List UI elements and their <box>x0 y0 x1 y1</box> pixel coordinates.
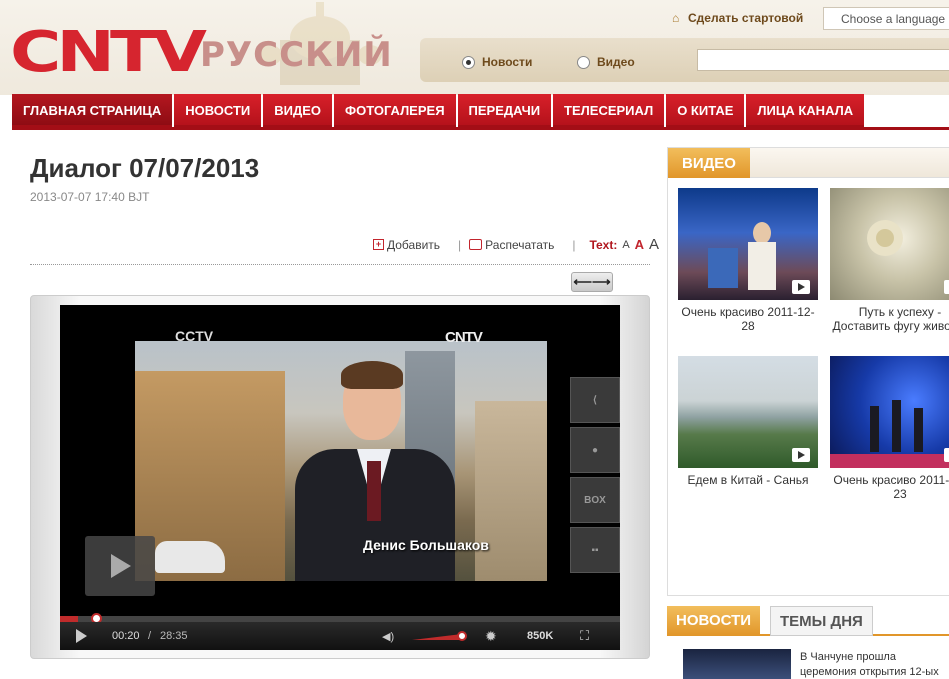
fullscreen-icon[interactable]: ⛶ <box>580 628 589 644</box>
volume-knob[interactable] <box>457 631 467 641</box>
nav-programs[interactable]: ПЕРЕДАЧИ <box>457 94 552 128</box>
text-size-small[interactable]: A <box>622 239 629 251</box>
nav-channel-faces[interactable]: ЛИЦА КАНАЛА <box>746 94 865 128</box>
nav-about-china[interactable]: О КИТАЕ <box>666 94 745 128</box>
play-badge-icon <box>792 448 810 462</box>
video-thumbnail[interactable] <box>830 356 949 468</box>
page-title: Диалог 07/07/2013 <box>30 153 260 183</box>
video-caption: Денис Большаков <box>363 537 489 553</box>
text-size-medium[interactable]: A <box>635 237 644 252</box>
print-button[interactable]: Распечатать <box>469 238 554 252</box>
car <box>155 541 225 573</box>
print-label: Распечатать <box>485 237 555 252</box>
sidebar-header: ВИДЕО <box>668 148 949 178</box>
news-tabs: НОВОСТИ ТЕМЫ ДНЯ <box>667 606 949 636</box>
tab-video[interactable]: ВИДЕО <box>668 148 750 178</box>
cctv-watermark: CCTV <box>175 328 214 344</box>
text-size-label: Text: <box>589 237 618 252</box>
text-size-large[interactable]: A <box>649 236 659 253</box>
language-select[interactable]: Choose a language <box>823 7 949 30</box>
settings-gear-icon[interactable]: ✹ <box>485 628 497 645</box>
quality-label[interactable]: 850K <box>527 630 553 642</box>
news-thumbnail[interactable] <box>683 649 791 679</box>
set-homepage-label: Сделать стартовой <box>688 11 804 25</box>
cntv-logo[interactable]: CNTV <box>10 22 207 81</box>
radio-news-label: Новости <box>482 55 533 69</box>
play-icon[interactable] <box>76 629 87 643</box>
video-frame: Денис Большаков <box>135 341 547 581</box>
current-time: 00:20 <box>112 630 140 642</box>
plus-icon: + <box>373 239 384 250</box>
set-homepage-link[interactable]: ⌂ Сделать стартовой <box>672 11 803 25</box>
nav-divider <box>12 127 949 130</box>
search-input[interactable] <box>697 49 949 71</box>
expand-arrows-icon[interactable]: ⟵⟶ <box>571 272 613 292</box>
printer-icon <box>469 239 483 250</box>
radio-video-dot <box>577 55 590 69</box>
radio-news[interactable]: Новости <box>462 55 532 69</box>
hair <box>341 361 403 389</box>
video-caption[interactable]: Очень красиво 2011-12-28 <box>678 305 818 333</box>
volume-icon[interactable]: ◀) <box>382 630 394 643</box>
radio-news-dot <box>462 55 475 69</box>
thumbnail-image <box>867 220 903 256</box>
player-controls: 00:20 / 28:35 ◀) ✹ 850K ⛶ <box>60 622 620 650</box>
duration: 28:35 <box>160 630 188 642</box>
article-toolbar: + Добавить | Распечатать | Text: A A A <box>373 236 659 253</box>
divider-line <box>30 264 650 265</box>
page: CNTV РУССКИЙ ⌂ Сделать стартовой Choose … <box>0 0 949 679</box>
nav-photogallery[interactable]: ФОТОГАЛЕРЕЯ <box>334 94 456 128</box>
subtitle-icon[interactable]: ▪▪ <box>570 527 620 573</box>
box-button[interactable]: BOX <box>570 477 620 523</box>
news-item-text[interactable]: В Чанчуне прошла церемония открытия 12-ы… <box>800 650 949 679</box>
building <box>475 401 547 581</box>
thumbnail-image <box>830 400 949 468</box>
timestamp: 2013-07-07 17:40 BJT <box>30 190 150 204</box>
tie <box>367 461 381 521</box>
nav-news[interactable]: НОВОСТИ <box>174 94 262 128</box>
nav-video[interactable]: ВИДЕО <box>263 94 333 128</box>
house-icon: ⌂ <box>672 10 680 25</box>
tab-news[interactable]: НОВОСТИ <box>667 606 761 636</box>
add-button[interactable]: + Добавить <box>373 238 440 252</box>
play-badge-icon <box>944 280 949 294</box>
video-player[interactable]: Денис Большаков CCTV CNTV ⟨ ● BOX ▪▪ 00:… <box>60 305 620 650</box>
search-bar: Новости Видео <box>420 38 949 82</box>
add-label: Добавить <box>387 237 441 252</box>
video-caption[interactable]: Путь к успеху - Доставить фугу живой!!! <box>830 305 949 333</box>
player-side-buttons: ⟨ ● BOX ▪▪ <box>570 377 620 577</box>
video-sidebar: ВИДЕО Очень красиво 2011-12-28 Путь к ус… <box>667 147 949 596</box>
radio-video[interactable]: Видео <box>577 55 635 69</box>
time-separator: / <box>148 630 152 642</box>
play-badge-icon <box>944 448 949 462</box>
radio-video-label: Видео <box>597 55 635 69</box>
nav-home[interactable]: ГЛАВНАЯ СТРАНИЦА <box>12 94 173 128</box>
bulb-icon[interactable]: ● <box>570 427 620 473</box>
logo-subtitle: РУССКИЙ <box>200 35 393 75</box>
big-play-button[interactable] <box>85 536 155 596</box>
tab-topics[interactable]: ТЕМЫ ДНЯ <box>770 606 873 636</box>
volume-slider[interactable] <box>412 634 462 640</box>
nav-tvseries[interactable]: ТЕЛЕСЕРИАЛ <box>553 94 665 128</box>
play-badge-icon <box>792 280 810 294</box>
divider: | <box>572 237 576 252</box>
main-nav: ГЛАВНАЯ СТРАНИЦА НОВОСТИ ВИДЕО ФОТОГАЛЕР… <box>12 94 866 128</box>
share-icon[interactable]: ⟨ <box>570 377 620 423</box>
video-caption[interactable]: Едем в Китай - Санья <box>678 473 818 487</box>
header: CNTV РУССКИЙ ⌂ Сделать стартовой Choose … <box>0 0 949 95</box>
cntv-watermark: CNTV <box>445 329 483 346</box>
video-caption[interactable]: Очень красиво 2011-12-23 <box>830 473 949 501</box>
divider: | <box>458 237 462 252</box>
video-thumbnail[interactable] <box>830 188 949 300</box>
logo-text: CNTV <box>10 20 207 85</box>
video-thumbnail[interactable] <box>678 356 818 468</box>
video-thumbnail[interactable] <box>678 188 818 300</box>
